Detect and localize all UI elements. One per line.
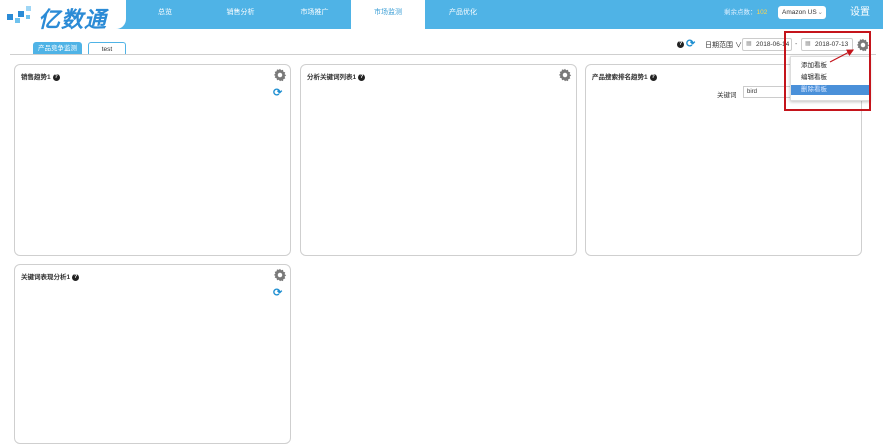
logo[interactable]: 亿数通 xyxy=(0,0,126,33)
panel-gear-icon[interactable] xyxy=(273,268,287,282)
dashboard-gear-icon[interactable] xyxy=(856,38,870,52)
panel-keyword-list: 分析关键词列表1? xyxy=(300,64,577,256)
help-icon[interactable]: ? xyxy=(358,73,366,81)
calendar-icon: ▦ xyxy=(746,41,752,47)
panel-keyword-performance: 关键词表现分析1? ⟳ xyxy=(14,264,291,444)
menu-item-edit-dashboard[interactable]: 编辑看板 xyxy=(791,73,869,83)
help-icon[interactable]: ? xyxy=(649,73,657,81)
top-nav-bar: 亿数通 总览 销售分析 市场推广 市场监测 产品优化 剩余点数：102 Amaz… xyxy=(0,0,883,33)
settings-link[interactable]: 设置 xyxy=(850,0,870,29)
nav-market-monitoring[interactable]: 市场监测 xyxy=(351,0,425,29)
logo-mark-icon xyxy=(7,6,31,23)
chevron-down-icon: ⌄ xyxy=(817,9,823,16)
date-separator: - xyxy=(795,41,798,48)
panel-title: 销售趋势1? xyxy=(21,73,60,81)
dashboard-dropdown-menu: 添加看板 编辑看板 删除看板 xyxy=(790,56,870,101)
panel-title: 分析关键词列表1? xyxy=(307,73,366,81)
calendar-icon: ▦ xyxy=(805,41,811,47)
date-range-toggle[interactable]: 日期范围 ∨ xyxy=(705,40,742,50)
menu-item-delete-dashboard[interactable]: 删除看板 xyxy=(791,85,869,95)
chevron-down-icon: ∨ xyxy=(734,42,742,49)
panel-gear-icon[interactable] xyxy=(273,68,287,82)
refresh-icon[interactable]: ⟳ xyxy=(686,39,695,50)
panel-title: 关键词表现分析1? xyxy=(21,273,80,281)
logo-text: 亿数通 xyxy=(38,8,108,33)
help-icon[interactable]: ? xyxy=(72,273,80,281)
end-date-input[interactable]: ▦ 2018-07-13 xyxy=(801,38,853,51)
start-date-input[interactable]: ▦ 2018-06-14 xyxy=(742,38,792,51)
panel-title: 产品搜索排名趋势1? xyxy=(592,73,657,81)
menu-item-add-dashboard[interactable]: 添加看板 xyxy=(791,61,869,71)
remaining-credits: 剩余点数：102 xyxy=(724,9,768,16)
refresh-icon[interactable]: ⟳ xyxy=(273,88,282,99)
help-icon[interactable]: ? xyxy=(677,41,684,48)
tab-divider xyxy=(10,54,876,55)
keyword-select[interactable]: bird xyxy=(743,86,791,98)
marketplace-select[interactable]: Amazon US ⌄ xyxy=(778,6,826,19)
refresh-icon[interactable]: ⟳ xyxy=(273,288,282,299)
nav-overview[interactable]: 总览 xyxy=(127,0,203,29)
nav-sales-analysis[interactable]: 销售分析 xyxy=(203,0,278,29)
panel-sales-trend: 销售趋势1? ⟳ xyxy=(14,64,291,256)
nav-marketing[interactable]: 市场推广 xyxy=(278,0,351,29)
panel-gear-icon[interactable] xyxy=(558,68,572,82)
credits-value: 102 xyxy=(756,9,768,16)
help-icon[interactable]: ? xyxy=(52,73,60,81)
nav-product-optimization[interactable]: 产品优化 xyxy=(425,0,501,29)
keyword-label: 关键词 xyxy=(717,92,737,99)
